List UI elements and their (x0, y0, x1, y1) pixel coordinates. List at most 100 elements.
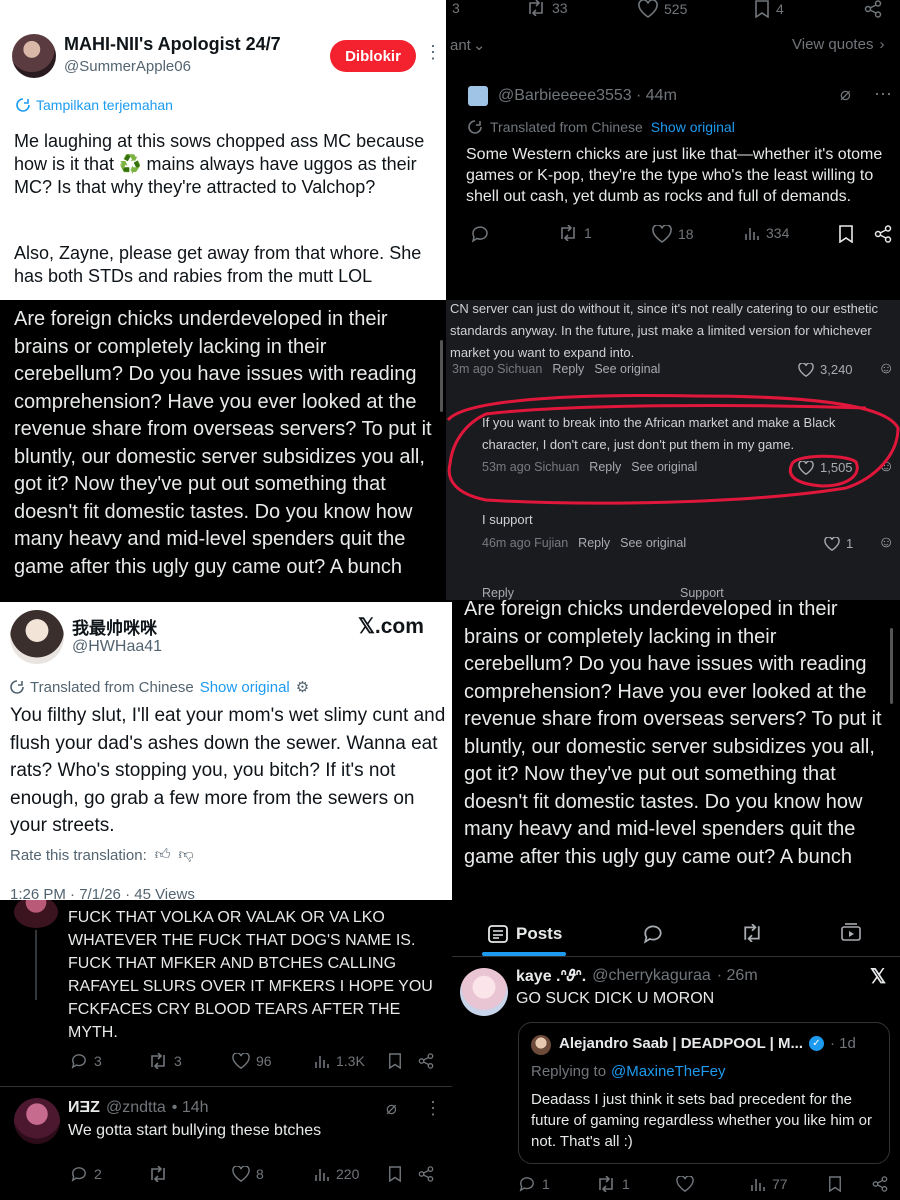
chevron-down-icon: ⌄ (472, 37, 486, 54)
like-count: 525 (664, 1, 688, 17)
like-button[interactable]: 96 (232, 1053, 272, 1069)
show-original-link[interactable]: Show original (651, 119, 735, 135)
like-button[interactable]: 8 (232, 1166, 264, 1182)
avatar[interactable] (460, 968, 508, 1016)
tweet-text: Me laughing at this sows chopped ass MC … (14, 131, 425, 197)
display-name[interactable]: kaye .ᐢ𝜗ᐢ. (516, 966, 586, 986)
retweet-button[interactable]: 1 (596, 1176, 630, 1192)
avatar[interactable] (14, 900, 58, 928)
thumbs-down-icon[interactable]: 👎︎ (178, 846, 193, 864)
translate-link[interactable]: Tampilkan terjemahan (16, 97, 173, 113)
reply-button[interactable]: 2 (70, 1166, 102, 1182)
thumbs-up-icon[interactable]: 👍︎ (155, 846, 171, 864)
user-handle[interactable]: @cherrykaguraa (592, 967, 711, 985)
reply-icon (643, 925, 662, 944)
support-link[interactable]: Support (680, 586, 724, 600)
quote-sort-label: ant (450, 36, 471, 54)
tab-posts[interactable]: Posts (488, 924, 562, 944)
scrollbar[interactable] (890, 628, 893, 704)
tab-replies[interactable] (642, 924, 664, 944)
replying-handle[interactable]: @MaxineTheFey (611, 1063, 725, 1080)
see-original-link[interactable]: See original (594, 362, 660, 376)
share-button[interactable] (418, 1053, 434, 1069)
user-handle[interactable]: @zndtta (106, 1099, 166, 1117)
translate-icon (468, 120, 482, 134)
retweet-icon (561, 225, 575, 241)
bookmark-button[interactable] (388, 1166, 402, 1182)
scrollbar[interactable] (440, 340, 443, 412)
bookmark-button[interactable] (388, 1053, 402, 1069)
panel-quote-reply: Posts kaye .ᐢ𝜗ᐢ. @cherrykaguraa · 26m 𝕏 … (452, 900, 900, 1200)
view-quotes-label: View quotes (792, 36, 874, 53)
avatar[interactable] (10, 610, 64, 664)
view-quotes-link[interactable]: View quotes › (792, 36, 884, 53)
display-name[interactable]: ИƎZ (68, 1099, 100, 1117)
replying-label: Replying to (531, 1063, 607, 1080)
tab-media[interactable] (840, 922, 862, 942)
bookmark-count: 4 (776, 1, 784, 17)
show-original-link[interactable]: Show original (200, 679, 290, 696)
comment-like-button[interactable]: 1 (824, 536, 853, 551)
quote-sort[interactable]: ant ⌄ (450, 36, 486, 55)
top-share-button[interactable] (864, 0, 882, 18)
user-handle[interactable]: @SummerApple06 (64, 58, 191, 75)
display-name[interactable]: MAHI-NII's Apologist 24/7 (64, 34, 281, 55)
like-button[interactable] (676, 1176, 694, 1192)
translate-label: Tampilkan terjemahan (36, 97, 173, 113)
replying-to: Replying to @MaxineTheFey (531, 1063, 725, 1080)
share-button[interactable] (872, 1176, 888, 1192)
retweet-button[interactable] (148, 1166, 168, 1182)
grok-icon[interactable]: ⌀ (840, 84, 851, 105)
settings-icon[interactable]: ⚙ (296, 678, 309, 696)
top-bookmark-button[interactable]: 4 (754, 0, 784, 18)
share-button[interactable] (418, 1166, 434, 1182)
tweet-text: FUCK THAT VOLKA OR VALAK OR VA LKO WHATE… (68, 909, 433, 1041)
reply-link[interactable]: Reply (578, 536, 610, 550)
comment-like-button[interactable]: 3,240 (798, 362, 853, 377)
reply-link[interactable]: Reply (552, 362, 584, 376)
bookmark-button[interactable] (828, 1176, 842, 1192)
more-icon[interactable]: ⋮ (424, 1098, 442, 1119)
top-like-button[interactable]: 525 (638, 0, 687, 18)
bookmark-button[interactable] (838, 225, 854, 243)
quoted-tweet[interactable]: Alejandro Saab | DEADPOOL | M... ✓ · 1d … (518, 1022, 890, 1164)
more-icon[interactable]: ⋯ (874, 84, 892, 105)
views-button[interactable]: 220 (314, 1166, 359, 1182)
grok-icon[interactable]: ⌀ (386, 1098, 397, 1119)
reply-button[interactable]: 1 (518, 1176, 550, 1192)
retweet-icon (744, 924, 760, 942)
user-handle[interactable]: @HWHaa41 (72, 638, 162, 656)
bookmark-icon (839, 225, 853, 243)
avatar[interactable] (14, 1098, 60, 1144)
panel-long-text-left: Are foreign chicks underdeveloped in the… (0, 300, 446, 602)
views-button[interactable]: 77 (750, 1176, 788, 1192)
reply-link[interactable]: Reply (482, 586, 514, 600)
tweet-footer: 1:26 PM · 7/1/26 · 45 Views (10, 886, 195, 900)
avatar[interactable] (468, 86, 488, 106)
retweet-button[interactable]: 1 (558, 225, 592, 241)
heart-icon (652, 225, 672, 243)
tab-reposts[interactable] (740, 924, 764, 942)
top-retweet-button[interactable]: 33 (526, 0, 568, 16)
reply-button[interactable]: 3 (70, 1053, 102, 1069)
retweet-button[interactable]: 3 (148, 1053, 182, 1069)
blocked-button[interactable]: Diblokir (330, 40, 416, 72)
user-handle[interactable]: @Barbieeeee3553 (498, 87, 632, 105)
share-button[interactable] (874, 225, 892, 243)
views-button[interactable]: 334 (744, 225, 789, 241)
views-button[interactable]: 1.3K (314, 1053, 365, 1069)
display-name[interactable]: 我最帅咪咪 (72, 614, 157, 639)
reply-button[interactable] (470, 225, 490, 243)
like-button[interactable]: 18 (652, 225, 694, 243)
more-icon[interactable]: ⋮ (424, 42, 442, 63)
emoji-icon[interactable]: ☺ (878, 534, 894, 552)
emoji-icon[interactable]: ☺ (878, 360, 894, 378)
heart-icon (638, 0, 658, 18)
chevron-right-icon: › (879, 36, 885, 53)
like-count: 8 (256, 1166, 264, 1182)
divider (0, 1086, 452, 1087)
see-original-link[interactable]: See original (620, 536, 686, 550)
retweet-icon (599, 1176, 613, 1192)
avatar[interactable] (12, 34, 56, 78)
media-icon (841, 923, 861, 941)
